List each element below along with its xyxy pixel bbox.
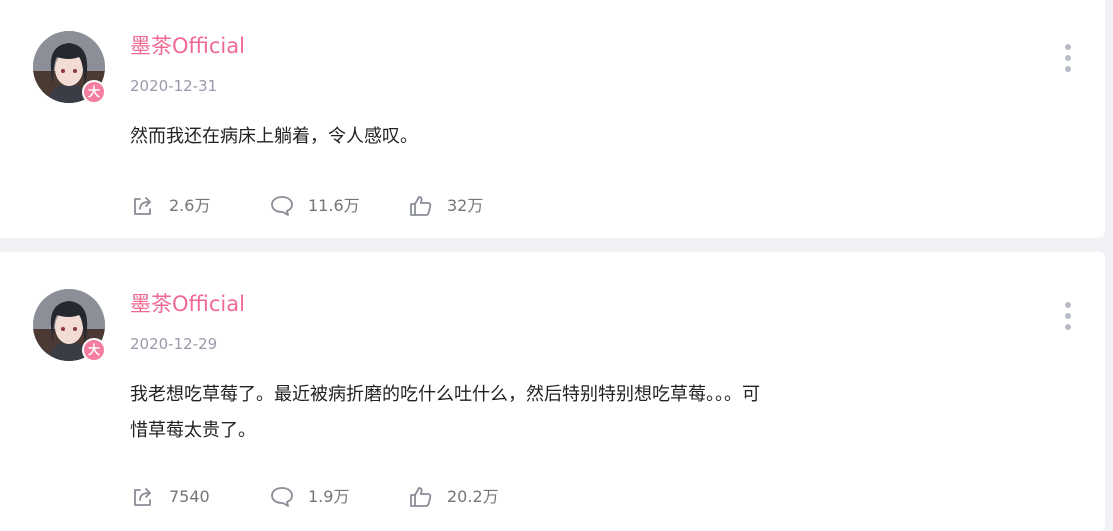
action-bar: 2.6万 11.6万 32万 (130, 193, 528, 219)
like-count: 32万 (447, 196, 484, 215)
comment-button[interactable]: 1.9万 (269, 484, 408, 510)
share-count: 7540 (169, 487, 210, 506)
author-name[interactable]: 墨茶Official (130, 294, 245, 315)
post-date: 2020-12-29 (130, 335, 218, 353)
content-line: 惜草莓太贵了。 (130, 420, 256, 441)
like-button[interactable]: 32万 (408, 193, 528, 219)
thumbs-up-icon (410, 196, 432, 216)
more-options-icon[interactable] (1064, 302, 1072, 330)
comment-icon (271, 487, 293, 507)
comment-button[interactable]: 11.6万 (269, 193, 408, 219)
post-content: 我老想吃草莓了。最近被病折磨的吃什么吐什么，然后特别特别想吃草莓。。。可 惜草莓… (130, 377, 930, 449)
comment-icon (271, 196, 293, 216)
post-card: 大 墨茶Official 2020-12-31 然而我还在病床上躺着，令人感叹。… (0, 0, 1105, 238)
comment-count: 11.6万 (308, 196, 360, 215)
vip-badge: 大 (82, 338, 106, 362)
content-line: 然而我还在病床上躺着，令人感叹。 (130, 126, 418, 147)
comment-count: 1.9万 (308, 487, 350, 506)
action-bar: 7540 1.9万 20.2万 (130, 484, 528, 510)
thumbs-up-icon (410, 487, 432, 507)
author-name[interactable]: 墨茶Official (130, 36, 245, 57)
share-icon (134, 488, 151, 506)
avatar[interactable]: 大 (33, 31, 106, 104)
feed: 大 墨茶Official 2020-12-31 然而我还在病床上躺着，令人感叹。… (0, 0, 1113, 531)
share-button[interactable]: 7540 (130, 484, 269, 510)
share-button[interactable]: 2.6万 (130, 193, 269, 219)
post-content: 然而我还在病床上躺着，令人感叹。 (130, 119, 930, 155)
like-count: 20.2万 (447, 487, 499, 506)
share-icon (134, 197, 151, 215)
like-button[interactable]: 20.2万 (408, 484, 528, 510)
content-line: 我老想吃草莓了。最近被病折磨的吃什么吐什么，然后特别特别想吃草莓。。。可 (130, 384, 760, 405)
post-card: 大 墨茶Official 2020-12-29 我老想吃草莓了。最近被病折磨的吃… (0, 252, 1105, 531)
post-date: 2020-12-31 (130, 77, 218, 95)
avatar[interactable]: 大 (33, 289, 106, 362)
vip-badge: 大 (82, 80, 106, 104)
more-options-icon[interactable] (1064, 44, 1072, 72)
share-count: 2.6万 (169, 196, 211, 215)
